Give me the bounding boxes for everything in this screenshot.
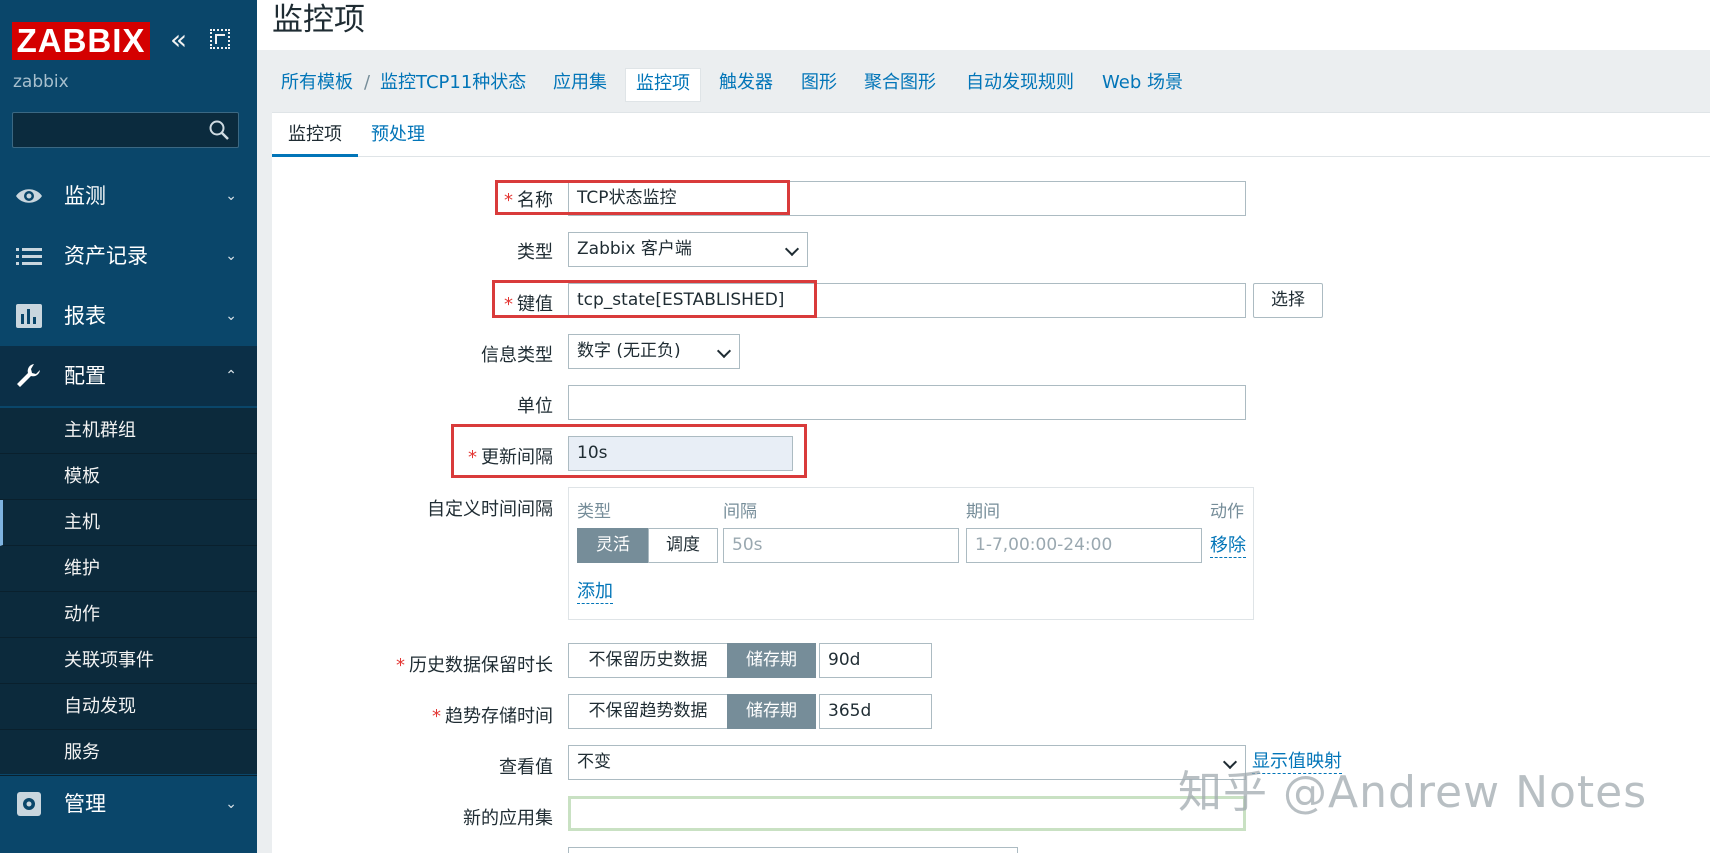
page-header <box>257 0 1710 50</box>
page-title: 监控项 <box>272 2 365 38</box>
form-tabs: 监控项 预处理 <box>272 113 1710 157</box>
col-type-header: 类型 <box>577 502 611 522</box>
units-field[interactable] <box>568 385 1246 420</box>
search-icon[interactable] <box>208 119 230 141</box>
applications-list-partial[interactable] <box>568 847 1018 853</box>
chevron-down-icon: ⌄ <box>225 188 237 204</box>
col-action-header: 动作 <box>1210 502 1244 522</box>
info-type-label: 信息类型 <box>481 345 553 366</box>
item-form: 监控项 预处理 <box>272 112 1710 853</box>
tab-graphs[interactable]: 图形 <box>801 66 837 100</box>
trends-no-keep-toggle[interactable]: 不保留趋势数据 <box>568 694 728 729</box>
trends-label: * 趋势存储时间 <box>432 706 553 727</box>
new-application-label: 新的应用集 <box>463 808 553 829</box>
chevron-down-icon: ⌄ <box>225 308 237 324</box>
custom-intervals-table: 类型 间隔 期间 动作 灵活 调度 50s 1-7,00:00-24:00 移除… <box>568 487 1254 620</box>
sidebar: ZABBIX « zabbix 监测 ⌄ 资产记录 ⌄ 报表 ⌄ 配置 ⌃ 主机… <box>0 0 257 853</box>
submenu-event-correlation[interactable]: 关联项事件 <box>0 638 257 684</box>
interval-field[interactable]: 50s <box>723 528 959 563</box>
menu-reports[interactable]: 报表 ⌄ <box>0 286 257 346</box>
eye-icon <box>16 189 42 203</box>
tab-triggers[interactable]: 触发器 <box>719 66 773 100</box>
menu-configuration-label: 配置 <box>64 364 106 388</box>
menu-administration[interactable]: 管理 ⌄ <box>0 774 257 834</box>
history-storage-toggle[interactable]: 储存期 <box>727 643 816 678</box>
tab-screens[interactable]: 聚合图形 <box>864 66 936 100</box>
tab-discovery-rules[interactable]: 自动发现规则 <box>966 66 1074 100</box>
select-key-button[interactable]: 选择 <box>1253 283 1323 318</box>
watermark: 知乎 @Andrew Notes <box>1178 767 1648 818</box>
col-interval-header: 间隔 <box>723 502 757 522</box>
history-label: * 历史数据保留时长 <box>396 655 553 676</box>
new-application-field[interactable] <box>568 796 1246 831</box>
menu-administration-label: 管理 <box>64 792 106 816</box>
form-tab-item[interactable]: 监控项 <box>272 113 358 157</box>
server-name: zabbix <box>13 72 69 92</box>
kiosk-mode-icon[interactable] <box>210 29 230 49</box>
history-period-field[interactable]: 90d <box>819 643 932 678</box>
submenu-actions[interactable]: 动作 <box>0 592 257 638</box>
list-icon <box>16 248 42 265</box>
submenu-maintenance[interactable]: 维护 <box>0 546 257 592</box>
show-value-select[interactable]: 不变 <box>568 745 1246 780</box>
flexible-toggle[interactable]: 灵活 <box>577 528 649 563</box>
col-period-header: 期间 <box>966 502 1000 522</box>
show-value-label: 查看值 <box>499 757 553 778</box>
bar-chart-icon <box>16 304 42 328</box>
chevron-up-icon: ⌃ <box>225 368 237 384</box>
submenu-templates[interactable]: 模板 <box>0 454 257 500</box>
configuration-submenu: 主机群组 模板 主机 维护 动作 关联项事件 自动发现 服务 <box>0 408 257 776</box>
form-tab-preprocessing[interactable]: 预处理 <box>371 113 425 157</box>
search-input[interactable] <box>12 112 239 148</box>
submenu-services[interactable]: 服务 <box>0 730 257 776</box>
breadcrumb-separator: / <box>364 72 371 93</box>
submenu-hosts[interactable]: 主机 <box>0 500 257 546</box>
menu-configuration[interactable]: 配置 ⌃ <box>0 346 257 406</box>
menu-monitoring-label: 监测 <box>64 184 106 208</box>
chevron-down-icon: ⌄ <box>225 796 237 812</box>
menu-monitoring[interactable]: 监测 ⌄ <box>0 166 257 226</box>
zabbix-logo[interactable]: ZABBIX <box>12 22 150 60</box>
info-type-select[interactable]: 数字 (无正负) <box>568 334 740 369</box>
period-field[interactable]: 1-7,00:00-24:00 <box>966 528 1202 563</box>
menu-inventory-label: 资产记录 <box>64 244 148 268</box>
type-select[interactable]: Zabbix 客户端 <box>568 232 808 267</box>
breadcrumb-all-templates[interactable]: 所有模板 <box>281 66 353 100</box>
tab-web-scenarios[interactable]: Web 场景 <box>1102 66 1183 100</box>
gear-icon <box>17 792 41 816</box>
tab-applications[interactable]: 应用集 <box>553 66 607 100</box>
template-nav: 所有模板 / 监控TCP11种状态 应用集 监控项 触发器 图形 聚合图形 自动… <box>272 66 1710 110</box>
menu-inventory[interactable]: 资产记录 ⌄ <box>0 226 257 286</box>
trends-period-field[interactable]: 365d <box>819 694 932 729</box>
wrench-icon <box>17 364 40 387</box>
history-no-keep-toggle[interactable]: 不保留历史数据 <box>568 643 728 678</box>
highlight-box-interval <box>451 424 807 478</box>
scheduling-toggle[interactable]: 调度 <box>648 528 718 563</box>
units-label: 单位 <box>517 396 553 417</box>
type-label: 类型 <box>517 242 553 263</box>
highlight-box-key <box>492 280 817 318</box>
remove-interval-link[interactable]: 移除 <box>1210 535 1246 558</box>
submenu-discovery[interactable]: 自动发现 <box>0 684 257 730</box>
breadcrumb-template[interactable]: 监控TCP11种状态 <box>380 66 526 100</box>
highlight-box-name <box>495 180 790 215</box>
custom-intervals-label: 自定义时间间隔 <box>427 499 553 520</box>
submenu-host-groups[interactable]: 主机群组 <box>0 408 257 454</box>
trends-storage-toggle[interactable]: 储存期 <box>727 694 816 729</box>
chevron-down-icon: ⌄ <box>225 248 237 264</box>
collapse-sidebar-icon[interactable]: « <box>170 26 187 54</box>
menu-reports-label: 报表 <box>64 304 106 328</box>
tab-items[interactable]: 监控项 <box>625 68 701 102</box>
add-interval-link[interactable]: 添加 <box>577 581 613 604</box>
